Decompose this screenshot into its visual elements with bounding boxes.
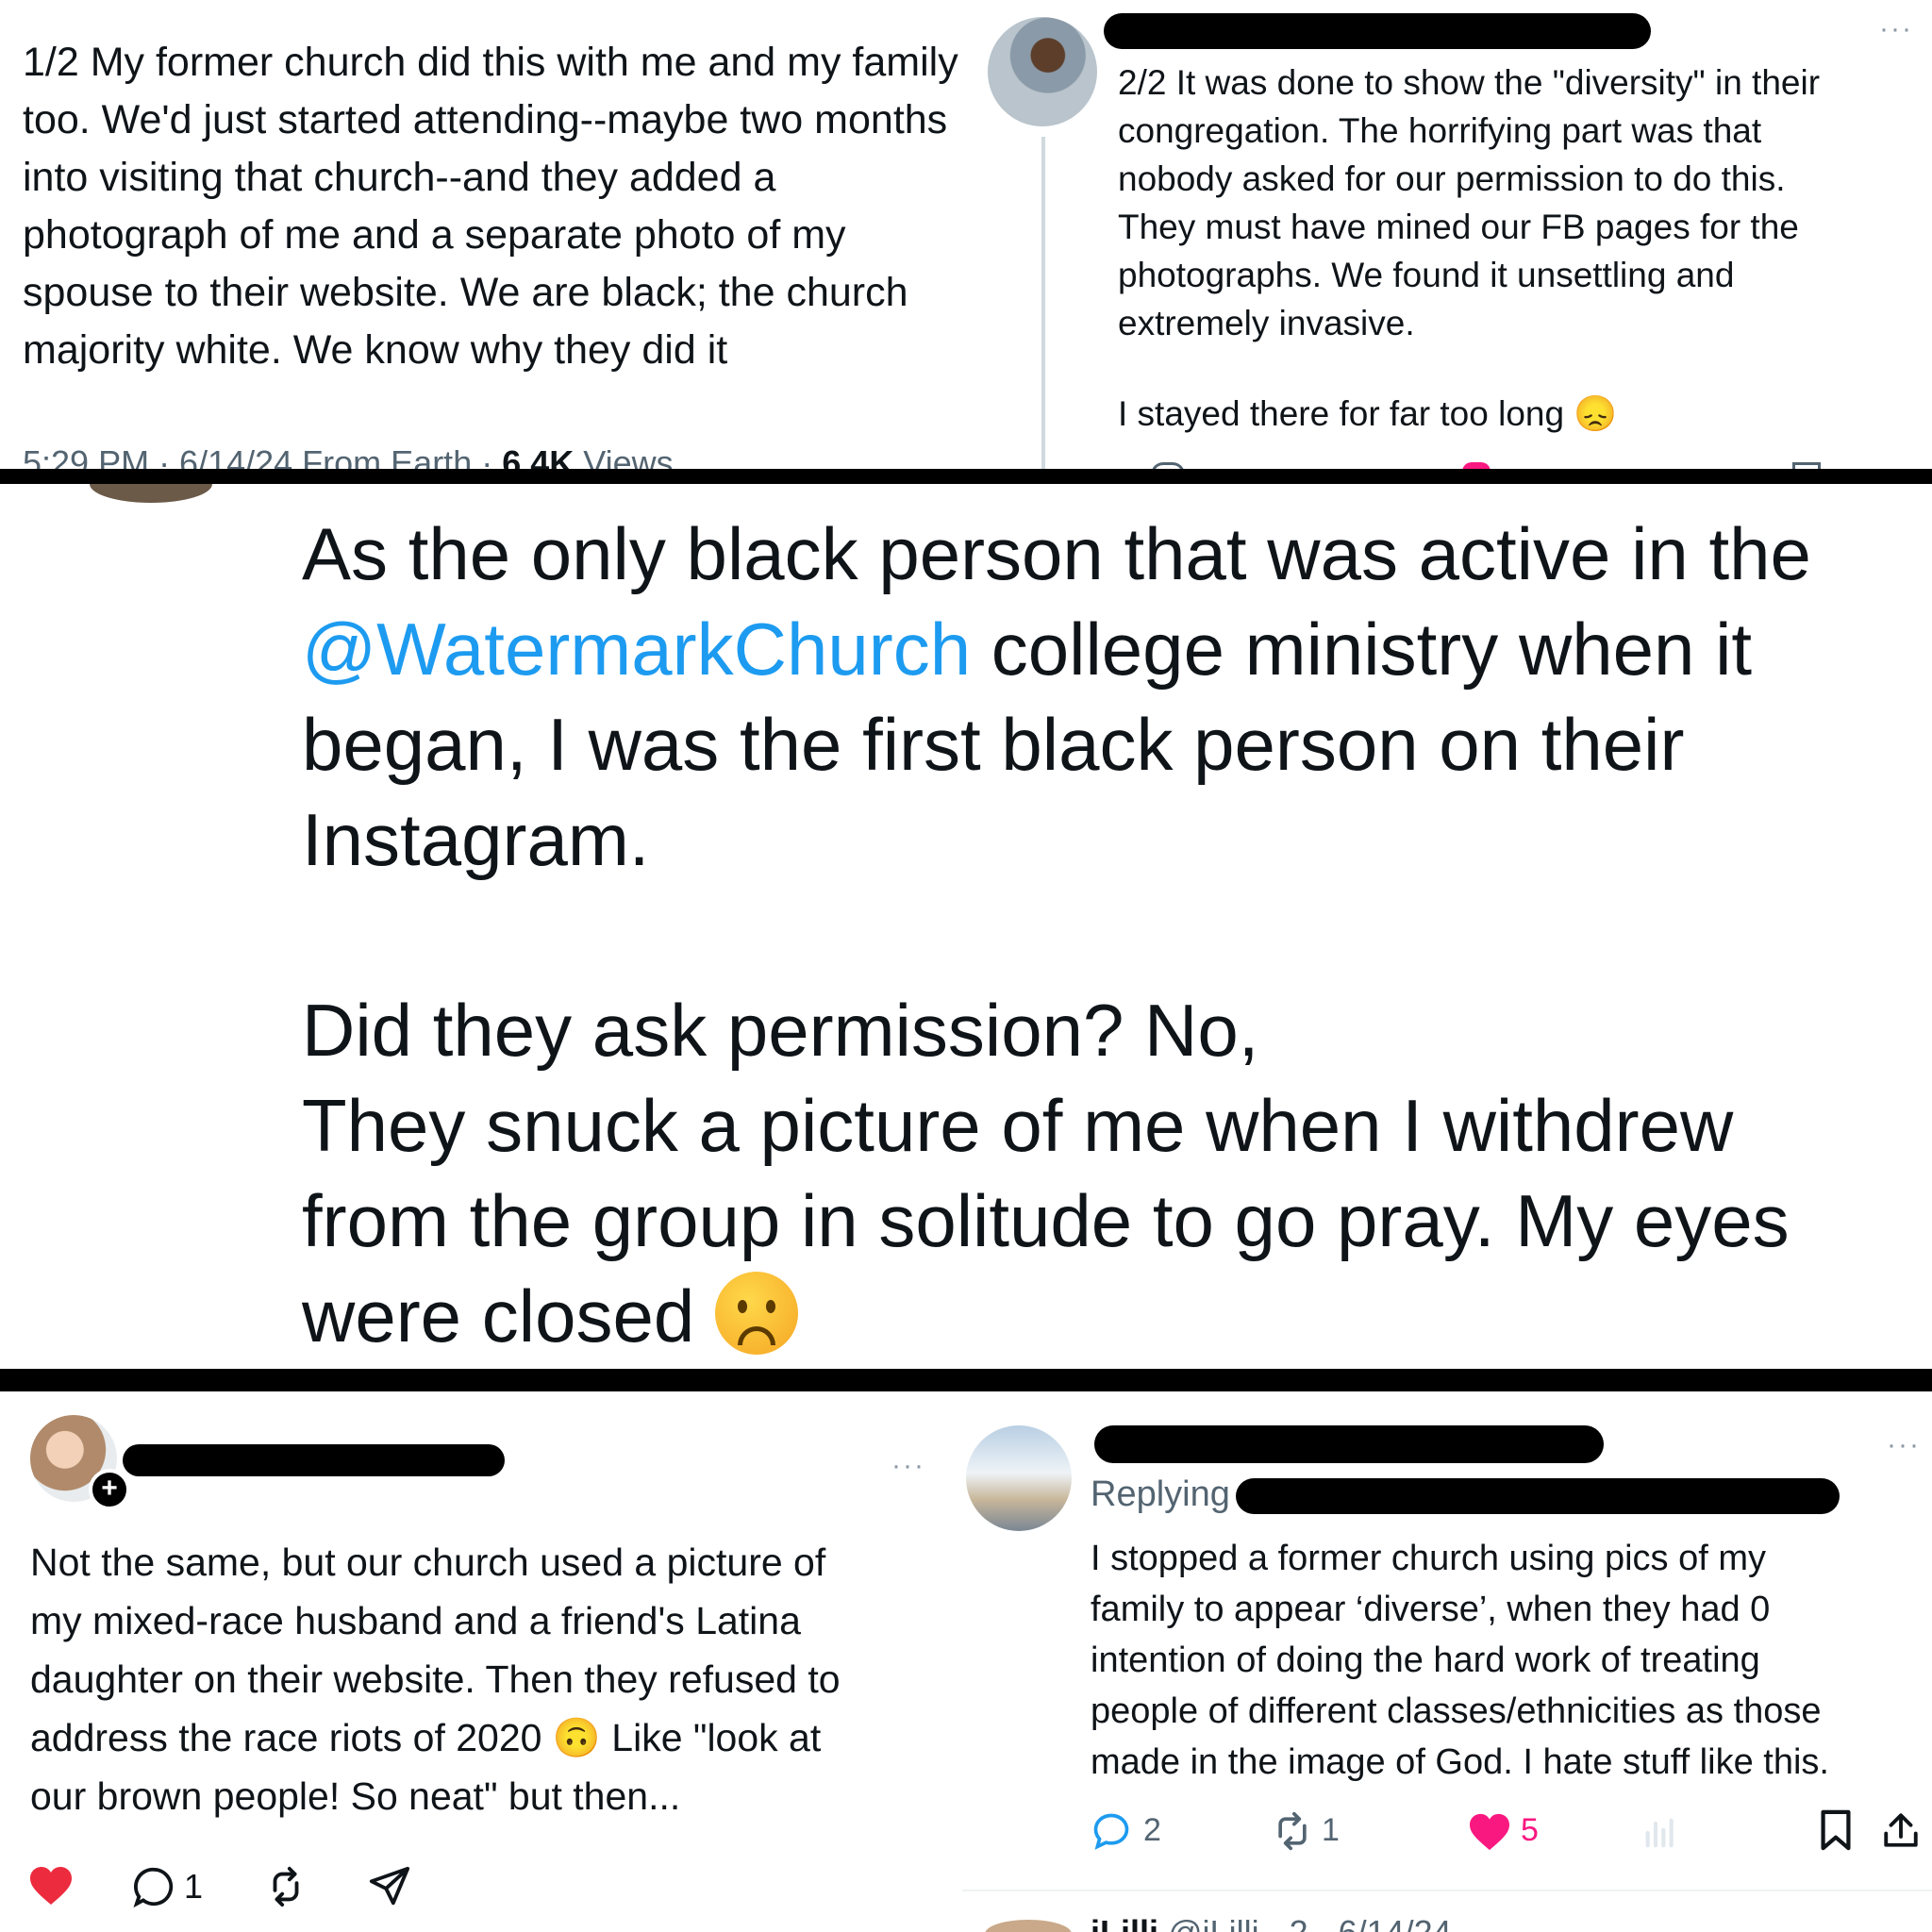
text-line: made in the image of God. I hate stuff l… (1091, 1742, 1829, 1782)
text-line: our brown people! So neat" but then... (30, 1774, 681, 1818)
text-line: They snuck a picture of me when I withdr… (302, 1084, 1734, 1167)
text-line: nobody asked for our permission to do th… (1118, 159, 1786, 198)
text-line: family to appear ‘diverse’, when they ha… (1091, 1590, 1771, 1629)
text-segment: college ministry when it (971, 608, 1753, 691)
separator (962, 1890, 1932, 1891)
follow-badge[interactable]: + (89, 1469, 130, 1510)
more-options-icon[interactable]: ··· (891, 1450, 925, 1482)
views-icon[interactable] (1641, 1814, 1679, 1852)
more-options-icon[interactable]: ··· (1879, 13, 1913, 45)
footer-text: I stayed there for far too long (1118, 394, 1565, 433)
action-bar: 2 1 5 (1091, 1808, 1921, 1856)
text-line: Instagram. (302, 798, 650, 881)
redacted-author-name (1104, 13, 1651, 49)
bottom-left-post: + ··· Not the same, but our church used … (0, 1391, 953, 1932)
next-author-avatar-partial[interactable] (985, 1920, 1072, 1932)
redacted-author-name (123, 1444, 505, 1476)
text-line: I stopped a former church using pics of … (1091, 1539, 1766, 1578)
text-line: photographs. We found it unsettling and (1118, 256, 1735, 294)
post-meta: 5:29 PM · 6/14/24 From Earth · 6.4K View… (23, 443, 674, 472)
text-line: Did they ask permission? No, (302, 989, 1259, 1072)
views-count: 6.4K (502, 443, 575, 472)
repost-count: 1 (1322, 1812, 1340, 1848)
redacted-reply-handle (1236, 1478, 1840, 1514)
text-line: intention of doing the hard work of trea… (1091, 1641, 1760, 1680)
text-line: They must have mined our FB pages for th… (1118, 208, 1799, 246)
bookmark-icon[interactable] (1817, 1808, 1855, 1852)
post-footer-line: I stayed there for far too long 😞 (1118, 394, 1617, 435)
repost-icon[interactable] (1270, 1810, 1315, 1852)
disappointed-face-icon: 😞 (1574, 394, 1618, 433)
next-post-header-partial: iLilli @iLilli · 2 · 6/14/24 (1091, 1913, 1452, 1932)
more-options-icon[interactable]: ··· (1887, 1429, 1921, 1461)
views-label: Views (574, 443, 674, 472)
post-text: I stopped a former church using pics of … (1091, 1533, 1930, 1788)
text-line: 2/2 It was done to show the "diversity" … (1118, 63, 1821, 102)
bottom-right-post: ··· Replying t I stopped a former church… (962, 1391, 1932, 1932)
replying-to-line: Replying t (1091, 1474, 1250, 1515)
middle-post: As the only black person that was active… (0, 484, 1932, 1371)
text-line: As the only black person that was active… (302, 512, 1811, 595)
text-line: congregation. The horrifying part was th… (1118, 111, 1762, 150)
text-line: extremely invasive. (1118, 304, 1415, 342)
divider-top (0, 469, 1932, 484)
mention-link[interactable]: @WatermarkChurch (302, 608, 971, 691)
avatar[interactable] (966, 1425, 1072, 1531)
heart-icon[interactable] (28, 1865, 74, 1907)
share-icon[interactable] (1881, 1808, 1921, 1852)
frowning-face-icon (714, 1272, 798, 1355)
text-line: Not the same, but our church used a pict… (30, 1541, 826, 1584)
post-text: 1/2 My former church did this with me an… (23, 40, 958, 373)
post-text: 2/2 It was done to show the "diversity" … (1118, 58, 1910, 347)
avatar[interactable] (988, 17, 1097, 126)
reply-icon[interactable] (1091, 1810, 1132, 1852)
text-line-with-emoji: address the race riots of 2020 🙃 Like "l… (30, 1708, 945, 1767)
reply-count: 2 (1143, 1812, 1161, 1848)
repost-icon[interactable] (264, 1865, 308, 1908)
text-line-with-emoji: were closed (302, 1269, 1906, 1364)
comment-icon[interactable] (132, 1865, 175, 1908)
redacted-author-name (1094, 1425, 1604, 1463)
divider-bottom (0, 1369, 1932, 1391)
action-bar: 1 (28, 1863, 594, 1910)
text-line-with-mention: @WatermarkChurch college ministry when i… (302, 602, 1906, 697)
post-text: As the only black person that was active… (302, 507, 1906, 1364)
comment-count: 1 (184, 1867, 204, 1906)
share-icon[interactable] (368, 1865, 411, 1908)
avatar-partial[interactable] (90, 484, 212, 503)
next-author-handle[interactable]: @iLilli · 2 · 6/14/24 (1168, 1913, 1452, 1932)
top-left-post: 1/2 My former church did this with me an… (0, 0, 1038, 472)
next-author-name[interactable]: iLilli (1091, 1913, 1158, 1932)
text-line: from the group in solitude to go pray. M… (302, 1179, 1790, 1262)
text-line: began, I was the first black person on t… (302, 703, 1685, 786)
text-line: my mixed-race husband and a friend's Lat… (30, 1599, 801, 1642)
like-count: 5 (1521, 1812, 1539, 1848)
post-timestamp[interactable]: 5:29 PM · 6/14/24 From Earth · (23, 443, 502, 472)
top-right-post: ··· 2/2 It was done to show the "diversi… (972, 0, 1932, 472)
text-segment: were closed (302, 1274, 695, 1357)
post-text: Not the same, but our church used a pict… (30, 1533, 945, 1825)
text-line: daughter on their website. Then they ref… (30, 1657, 841, 1701)
replying-label: Replying t (1091, 1474, 1250, 1514)
text-segment: Like "look at (600, 1716, 822, 1759)
like-icon[interactable] (1468, 1812, 1511, 1852)
text-segment: address the race riots of 2020 (30, 1716, 553, 1759)
upside-down-face-icon: 🙃 (552, 1716, 601, 1759)
thread-line (1041, 137, 1045, 472)
text-line: people of different classes/ethnicities … (1091, 1691, 1822, 1731)
